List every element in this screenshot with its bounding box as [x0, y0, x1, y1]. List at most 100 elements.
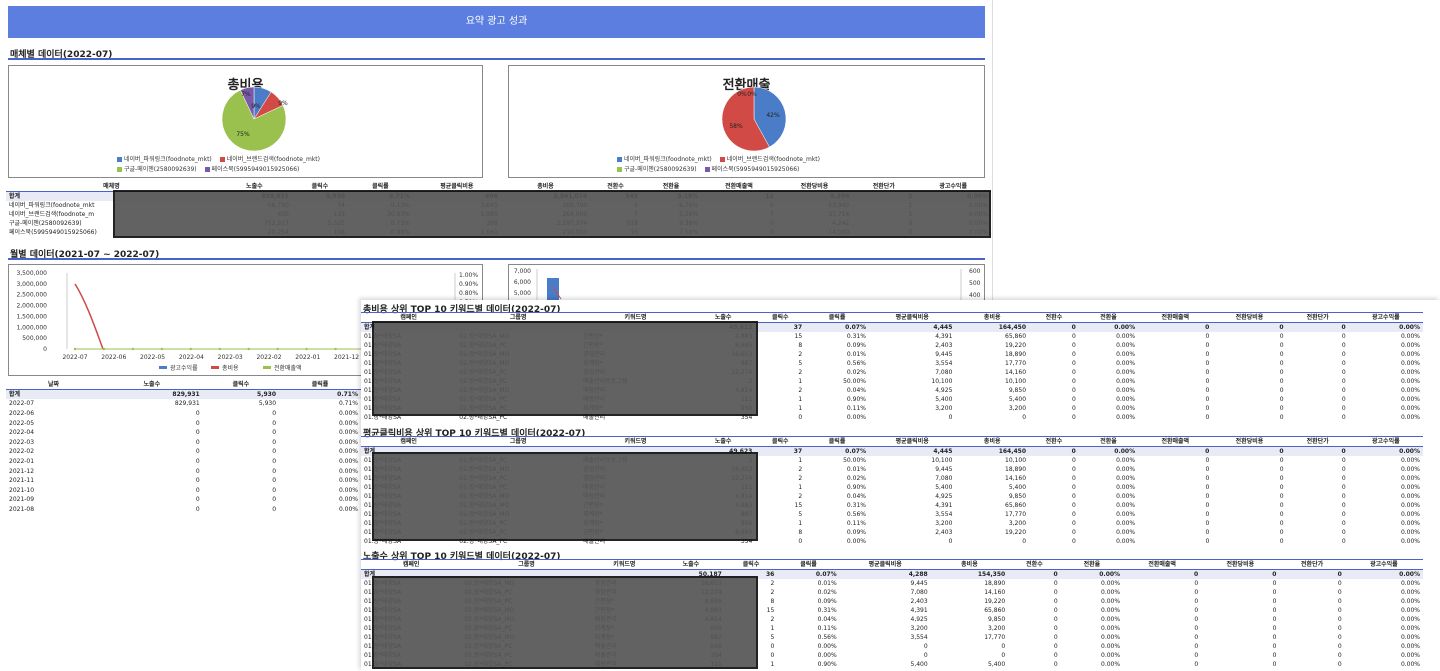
table-cell: 1 — [798, 405, 803, 412]
column-header[interactable]: 총비용 — [955, 436, 1030, 447]
table-cell: 0 — [1072, 360, 1076, 367]
table-cell: 829,931 — [174, 400, 200, 408]
table-cell: 0.09% — [817, 598, 837, 605]
column-header[interactable]: 총비용 — [955, 312, 1030, 323]
table-cell: 2022-04 — [9, 429, 35, 437]
table-cell: 7,080 — [935, 475, 953, 482]
column-header[interactable]: 총비용 — [930, 559, 1009, 570]
column-header[interactable]: 전환율 — [1078, 312, 1139, 323]
table-cell: 0 — [1001, 643, 1006, 650]
table-cell: 0 — [195, 486, 200, 494]
summary-report: 요약 광고 성과 매체별 데이터(2022-07) 총비용 9% 9% 7% 75% … — [0, 0, 993, 300]
column-header[interactable]: 클릭수 — [724, 559, 778, 570]
column-header[interactable]: 전환단가 — [1286, 312, 1349, 323]
table-cell: 14,160 — [984, 589, 1006, 596]
table-cell: 0 — [272, 486, 277, 494]
table-cell: 0 — [1205, 351, 1210, 358]
table-cell: 0.00% — [1116, 520, 1136, 527]
column-header[interactable]: 클릭률 — [805, 312, 869, 323]
table-cell: 5,400 — [935, 396, 953, 403]
column-header[interactable]: 광고수익률 — [1344, 559, 1423, 570]
column-header[interactable]: 캠페인 — [361, 559, 462, 570]
column-header[interactable]: 노출수 — [690, 436, 756, 447]
column-header[interactable]: 전환수 — [1029, 436, 1079, 447]
table-cell: 0.01% — [846, 351, 866, 358]
table-cell: 3,200 — [1008, 520, 1027, 527]
table-cell: 3,200 — [988, 625, 1006, 632]
column-header[interactable]: 전환매출액 — [1138, 436, 1213, 447]
table-cell: 0 — [1072, 493, 1076, 500]
table-cell: 0.00% — [1116, 484, 1136, 491]
legend-facebook: 페이스북(5995949015925066) — [711, 166, 800, 173]
table-cell: 0.00% — [1078, 322, 1139, 332]
column-header[interactable]: 클릭수 — [202, 380, 280, 390]
column-header[interactable]: 클릭수 — [755, 436, 806, 447]
table-cell: 0 — [1272, 607, 1277, 614]
y-tick-label: 1,500,000 — [16, 313, 47, 320]
column-header[interactable]: 전환당비용 — [1212, 436, 1287, 447]
table-cell: 0.00% — [1400, 616, 1420, 623]
table-cell: 0.00% — [846, 538, 866, 545]
y-tick-label: 3,500,000 — [16, 270, 47, 277]
legend-naver-brand: 네이버_브랜드검색(foodnote_mkt) — [726, 156, 820, 163]
table-cell: 2 — [798, 387, 803, 394]
table-cell: 0.00% — [1078, 446, 1139, 456]
table-cell: 0.00% — [338, 448, 358, 456]
table-row: 2021-11 0 0 0.00% — [6, 476, 361, 486]
table-cell: 2 — [798, 466, 803, 473]
column-header[interactable]: 전환매출액 — [1138, 312, 1213, 323]
column-header[interactable]: 노출수 — [657, 559, 725, 570]
column-header[interactable]: 클릭률 — [805, 436, 869, 447]
table-cell: 0.00% — [1400, 414, 1420, 421]
column-header[interactable]: 날짜 — [6, 380, 101, 390]
column-header[interactable]: 평균클릭비용 — [839, 559, 931, 570]
table-cell: 0.00% — [1344, 569, 1423, 579]
table-cell: 2021-12 — [9, 467, 35, 475]
series-point — [160, 347, 164, 351]
column-header[interactable]: 전환율 — [1078, 436, 1139, 447]
table-cell: 15 — [794, 333, 803, 340]
column-header[interactable]: 전환단가 — [1286, 436, 1349, 447]
table-cell: 0.00% — [1060, 569, 1124, 579]
column-header[interactable]: 키워드명 — [591, 559, 658, 570]
table-cell: 0.56% — [846, 511, 866, 518]
column-header[interactable]: 평균클릭비용 — [868, 312, 956, 323]
table-cell: 0.11% — [846, 405, 866, 412]
column-header[interactable]: 광고수익률 — [1348, 312, 1423, 323]
column-header[interactable]: 그룹명 — [461, 559, 592, 570]
table-cell: 0.00% — [1116, 378, 1136, 385]
table-cell: 0 — [1272, 661, 1277, 668]
column-header[interactable]: 광고수익률 — [1348, 436, 1423, 447]
y-tick-label: 2,500,000 — [16, 292, 47, 299]
table-cell: 4,445 — [868, 322, 956, 332]
table-cell: 0.00% — [1400, 598, 1420, 605]
column-header[interactable]: 평균클릭비용 — [868, 436, 956, 447]
column-header[interactable]: 캠페인 — [361, 436, 457, 447]
column-header[interactable]: 키워드명 — [580, 436, 691, 447]
table-cell: 0 — [1341, 342, 1346, 349]
column-header[interactable]: 노출수 — [100, 380, 203, 390]
y-tick-label: 1,000,000 — [16, 324, 47, 331]
column-header[interactable]: 전환매출액 — [1123, 559, 1202, 570]
table-row: 2022-07 829,931 5,930 0.71% — [6, 399, 361, 409]
table-cell: 3,200 — [935, 520, 953, 527]
table-cell: 3,200 — [910, 625, 928, 632]
column-header[interactable]: 클릭수 — [755, 312, 806, 323]
table-cell: 164,450 — [955, 446, 1030, 456]
column-header[interactable]: 전환수 — [1029, 312, 1079, 323]
table-cell: 0 — [1337, 661, 1342, 668]
column-header[interactable]: 전환당비용 — [1201, 559, 1280, 570]
table-cell: 0 — [195, 429, 200, 437]
column-header[interactable]: 전환당비용 — [1212, 312, 1287, 323]
table-cell: 19,220 — [984, 598, 1006, 605]
table-cell: 8 — [798, 342, 803, 349]
column-header[interactable]: 클릭률 — [777, 559, 840, 570]
column-header[interactable]: 그룹명 — [456, 436, 581, 447]
table-cell: 0 — [1053, 652, 1058, 659]
series-point — [189, 347, 193, 351]
column-header[interactable]: 전환단가 — [1279, 559, 1345, 570]
table-cell: 0 — [1212, 322, 1287, 332]
column-header[interactable]: 클릭률 — [279, 380, 361, 390]
column-header[interactable]: 전환수 — [1008, 559, 1061, 570]
column-header[interactable]: 전환율 — [1060, 559, 1124, 570]
